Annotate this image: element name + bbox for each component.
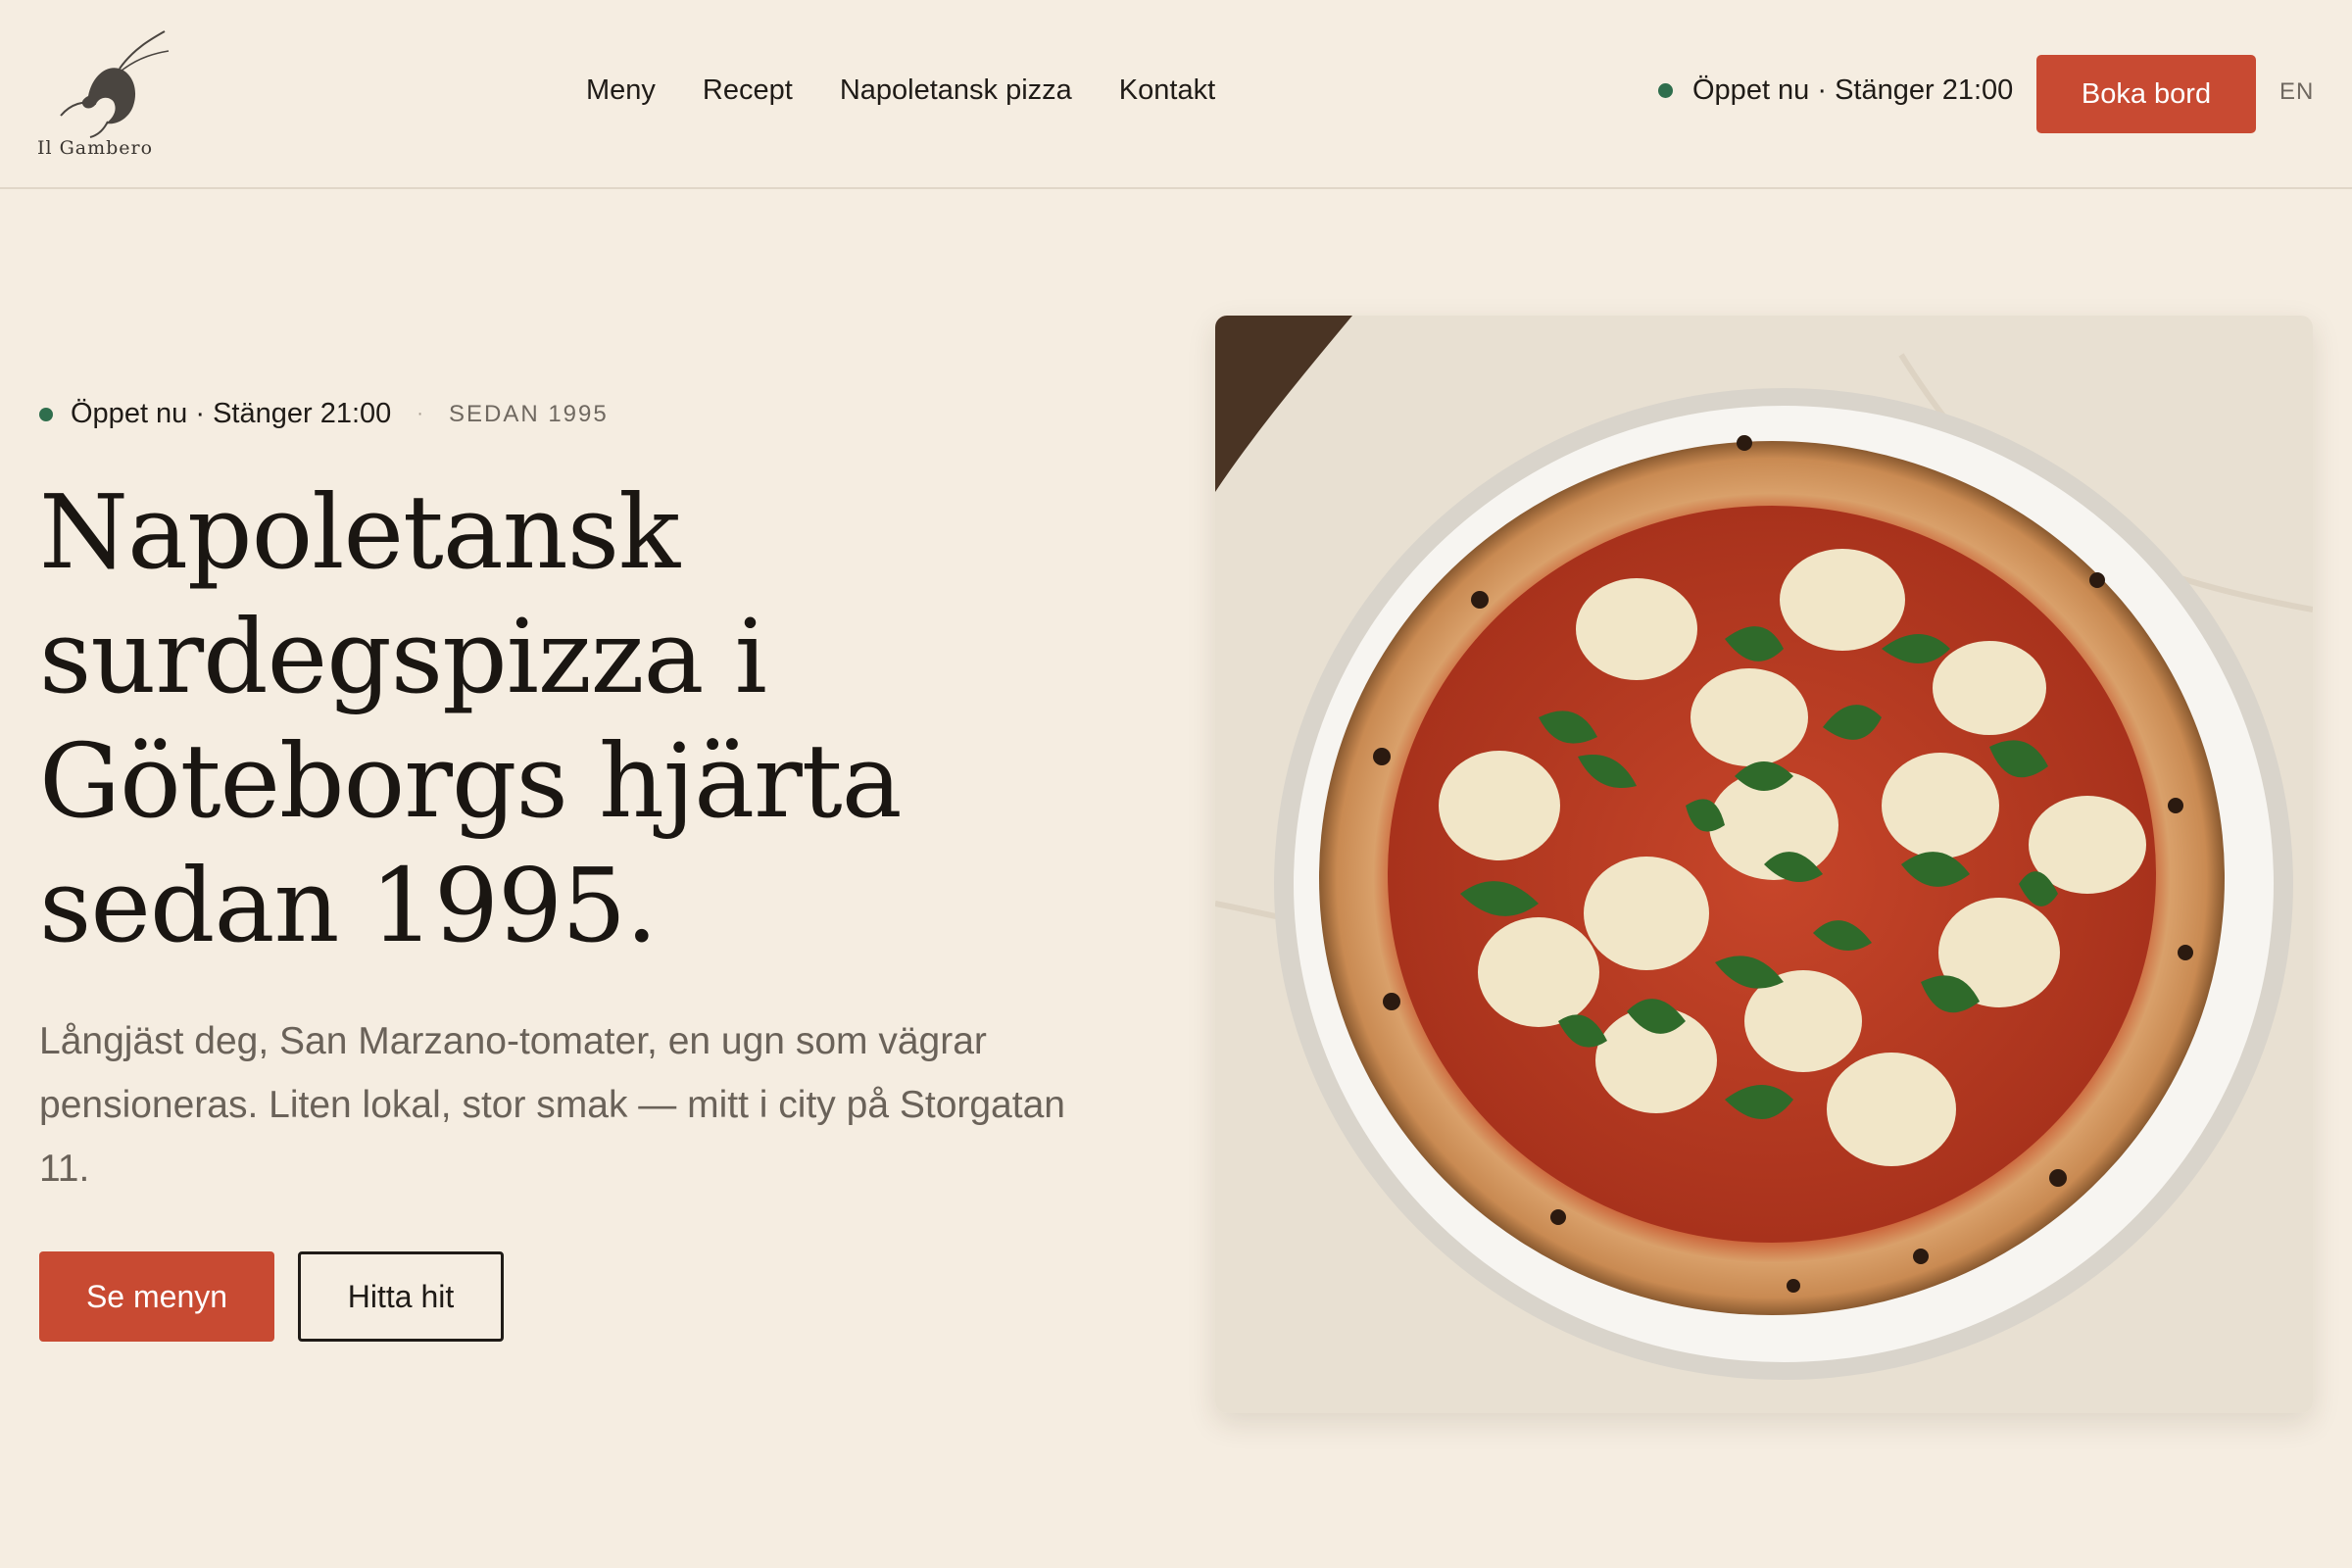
nav-item-meny[interactable]: Meny	[586, 74, 656, 118]
headline-line: Napoletansk	[39, 472, 680, 592]
nav-item-kontakt[interactable]: Kontakt	[1119, 74, 1215, 118]
see-menu-button[interactable]: Se menyn	[39, 1251, 274, 1342]
site-header: Il Gambero Meny Recept Napoletansk pizza…	[0, 0, 2352, 189]
hero-pizza-image	[1215, 316, 2313, 1413]
margherita-pizza-photo	[1215, 316, 2313, 1413]
book-table-button[interactable]: Boka bord	[2036, 55, 2256, 133]
header-status-text: Öppet nu · Stänger 21:00	[1692, 74, 2014, 106]
brand-logo[interactable]: Il Gambero	[37, 27, 170, 165]
nav-item-napoletansk-pizza[interactable]: Napoletansk pizza	[840, 74, 1072, 118]
status-dot-icon	[1658, 83, 1673, 98]
main-nav: Meny Recept Napoletansk pizza Kontakt	[586, 74, 1215, 118]
headline-line: sedan 1995.	[39, 846, 658, 965]
hero-lead: Långjäst deg, San Marzano-tomater, en ug…	[39, 1020, 1065, 1190]
shrimp-logo-icon	[60, 30, 170, 138]
hero-meta: Öppet nu · Stänger 21:00 · SEDAN 1995	[39, 398, 609, 430]
headline-line: surdegspizza i	[39, 597, 767, 716]
hero-status-text: Öppet nu · Stänger 21:00	[71, 398, 392, 429]
status-dot-icon	[39, 407, 53, 421]
meta-separator: ·	[416, 403, 423, 424]
find-us-button[interactable]: Hitta hit	[298, 1251, 504, 1342]
headline-line: Göteborgs hjärta	[39, 721, 903, 841]
since-label: SEDAN 1995	[448, 400, 609, 427]
language-switch[interactable]: EN	[2279, 78, 2314, 106]
brand-name: Il Gambero	[37, 137, 154, 159]
nav-item-recept[interactable]: Recept	[703, 74, 793, 118]
hero-headline: Napoletansk surdegspizza i Göteborgs hjä…	[39, 470, 1117, 968]
header-open-status: Öppet nu · Stänger 21:00	[1658, 74, 2013, 107]
